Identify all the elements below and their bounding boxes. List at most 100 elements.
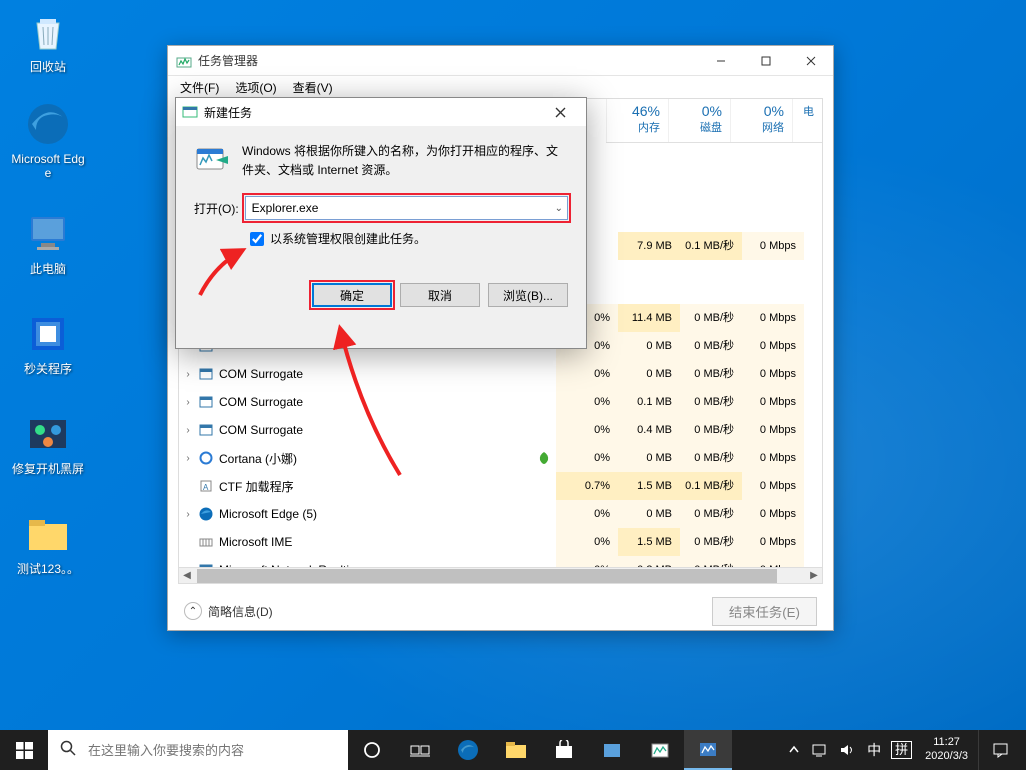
table-row[interactable]: ›COM Surrogate0%0.1 MB0 MB/秒0 Mbps bbox=[179, 388, 822, 416]
admin-checkbox-label: 以系统管理权限创建此任务。 bbox=[270, 230, 426, 247]
table-row[interactable]: ›COM Surrogate0%0 MB0 MB/秒0 Mbps bbox=[179, 360, 822, 388]
cell-disk: 0 MB/秒 bbox=[680, 444, 742, 472]
search-input[interactable] bbox=[88, 730, 348, 770]
notifications-icon[interactable] bbox=[978, 730, 1022, 770]
dialog-title: 新建任务 bbox=[204, 104, 540, 121]
cell-mem: 0.1 MB bbox=[618, 388, 680, 416]
minimize-button[interactable] bbox=[698, 46, 743, 76]
menu-view[interactable]: 查看(V) bbox=[287, 77, 339, 98]
cell-net: 0 Mbps bbox=[742, 444, 804, 472]
taskbar-app1[interactable] bbox=[588, 730, 636, 770]
process-icon bbox=[197, 534, 215, 550]
cell-cpu: 0% bbox=[556, 500, 618, 528]
taskbar-taskmgr[interactable] bbox=[684, 730, 732, 770]
ime-mode[interactable]: 拼 bbox=[891, 741, 912, 759]
run-icon bbox=[182, 104, 198, 120]
process-icon bbox=[197, 366, 215, 382]
taskbar-search[interactable] bbox=[48, 730, 348, 770]
column-header[interactable]: 46%内存 bbox=[606, 99, 668, 142]
expand-icon[interactable]: › bbox=[179, 425, 197, 436]
close-button[interactable] bbox=[788, 46, 833, 76]
task-view-icon[interactable] bbox=[396, 730, 444, 770]
column-header[interactable]: 0%磁盘 bbox=[668, 99, 730, 142]
process-name: Cortana (小娜) bbox=[215, 450, 532, 467]
search-icon bbox=[48, 740, 88, 760]
process-name: Microsoft IME bbox=[215, 535, 532, 549]
partial-row: 7.9 MB 0.1 MB/秒 0 Mbps bbox=[618, 232, 822, 260]
cancel-button[interactable]: 取消 bbox=[400, 283, 480, 307]
svg-text:A: A bbox=[203, 483, 209, 492]
desktop-icon-this-pc[interactable]: 此电脑 bbox=[10, 210, 86, 276]
taskbar-app2[interactable] bbox=[636, 730, 684, 770]
scroll-thumb[interactable] bbox=[197, 569, 777, 583]
cell-mem: 0.4 MB bbox=[618, 416, 680, 444]
open-combobox[interactable]: ⌄ bbox=[245, 196, 568, 220]
cell-net: 0 Mbps bbox=[742, 360, 804, 388]
horizontal-scrollbar[interactable]: ◀ ▶ bbox=[179, 567, 822, 583]
titlebar[interactable]: 任务管理器 bbox=[168, 46, 833, 76]
expand-icon[interactable]: › bbox=[179, 453, 197, 464]
menu-file[interactable]: 文件(F) bbox=[174, 77, 225, 98]
expand-icon[interactable]: › bbox=[179, 509, 197, 520]
cell-cpu: 0.7% bbox=[556, 472, 618, 500]
cell-cpu: 0% bbox=[556, 360, 618, 388]
open-input[interactable] bbox=[252, 201, 561, 215]
maximize-button[interactable] bbox=[743, 46, 788, 76]
expand-icon[interactable]: › bbox=[179, 369, 197, 380]
repair-icon bbox=[24, 410, 72, 458]
cell-mem: 11.4 MB bbox=[618, 304, 680, 332]
taskbar-explorer[interactable] bbox=[492, 730, 540, 770]
tray-overflow-icon[interactable] bbox=[784, 730, 804, 770]
scroll-left-icon[interactable]: ◀ bbox=[179, 570, 195, 581]
column-header[interactable]: 0%网络 bbox=[730, 99, 792, 142]
desktop-icon-folder-test[interactable]: 测试123。。 bbox=[10, 510, 86, 576]
chevron-down-icon[interactable]: ⌄ bbox=[555, 203, 563, 214]
table-row[interactable]: Microsoft IME0%1.5 MB0 MB/秒0 Mbps bbox=[179, 528, 822, 556]
cell-disk: 0 MB/秒 bbox=[680, 528, 742, 556]
desktop-icon-sec-app[interactable]: 秒关程序 bbox=[10, 310, 86, 376]
taskbar-edge[interactable] bbox=[444, 730, 492, 770]
tray-network-icon[interactable] bbox=[806, 730, 832, 770]
tray-volume-icon[interactable] bbox=[834, 730, 860, 770]
cell-net: 0 Mbps bbox=[742, 472, 804, 500]
table-row[interactable]: ›Microsoft Edge (5)0%0 MB0 MB/秒0 Mbps bbox=[179, 500, 822, 528]
cell-disk: 0 MB/秒 bbox=[680, 304, 742, 332]
process-name: CTF 加载程序 bbox=[215, 478, 532, 495]
taskbar-store[interactable] bbox=[540, 730, 588, 770]
desktop-icon-repair[interactable]: 修复开机黑屏 bbox=[10, 410, 86, 476]
expand-icon[interactable]: › bbox=[179, 397, 197, 408]
footer-bar: ⌃ 简略信息(D) 结束任务(E) bbox=[178, 592, 823, 630]
cell-net: 0 Mbps bbox=[742, 416, 804, 444]
cell-net: 0 Mbps bbox=[742, 304, 804, 332]
table-row[interactable]: ACTF 加载程序0.7%1.5 MB0.1 MB/秒0 Mbps bbox=[179, 472, 822, 500]
end-task-button[interactable]: 结束任务(E) bbox=[712, 597, 817, 626]
admin-checkbox[interactable] bbox=[250, 232, 264, 246]
process-icon: A bbox=[197, 478, 215, 494]
cell-mem: 1.5 MB bbox=[618, 528, 680, 556]
scroll-right-icon[interactable]: ▶ bbox=[806, 570, 822, 581]
desktop-icon-recycle-bin[interactable]: 回收站 bbox=[10, 8, 86, 74]
cell-cpu: 0% bbox=[556, 388, 618, 416]
column-header[interactable]: 电 bbox=[792, 99, 822, 142]
ime-indicator[interactable]: 中 bbox=[862, 730, 886, 770]
menu-options[interactable]: 选项(O) bbox=[229, 77, 282, 98]
cell-disk: 0 MB/秒 bbox=[680, 500, 742, 528]
start-button[interactable] bbox=[0, 730, 48, 770]
process-icon bbox=[197, 506, 215, 522]
table-row[interactable]: ›Cortana (小娜)0%0 MB0 MB/秒0 Mbps bbox=[179, 444, 822, 472]
browse-button[interactable]: 浏览(B)... bbox=[488, 283, 568, 307]
table-row[interactable]: ›COM Surrogate0%0.4 MB0 MB/秒0 Mbps bbox=[179, 416, 822, 444]
cell-net: 0 Mbps bbox=[742, 388, 804, 416]
fewer-details-label: 简略信息(D) bbox=[208, 603, 273, 620]
fewer-details-toggle[interactable]: ⌃ 简略信息(D) bbox=[184, 602, 273, 620]
process-icon bbox=[197, 394, 215, 410]
cortana-icon[interactable] bbox=[348, 730, 396, 770]
dialog-titlebar[interactable]: 新建任务 bbox=[176, 98, 586, 126]
cell-net: 0 Mbps bbox=[742, 500, 804, 528]
taskbar-clock[interactable]: 11:27 2020/3/3 bbox=[917, 736, 976, 764]
desktop-icon-label: Microsoft Edge bbox=[10, 152, 86, 181]
desktop-icon-edge[interactable]: Microsoft Edge bbox=[10, 100, 86, 181]
ok-button[interactable]: 确定 bbox=[312, 283, 392, 307]
chevron-up-icon: ⌃ bbox=[184, 602, 202, 620]
dialog-close-button[interactable] bbox=[540, 98, 580, 126]
